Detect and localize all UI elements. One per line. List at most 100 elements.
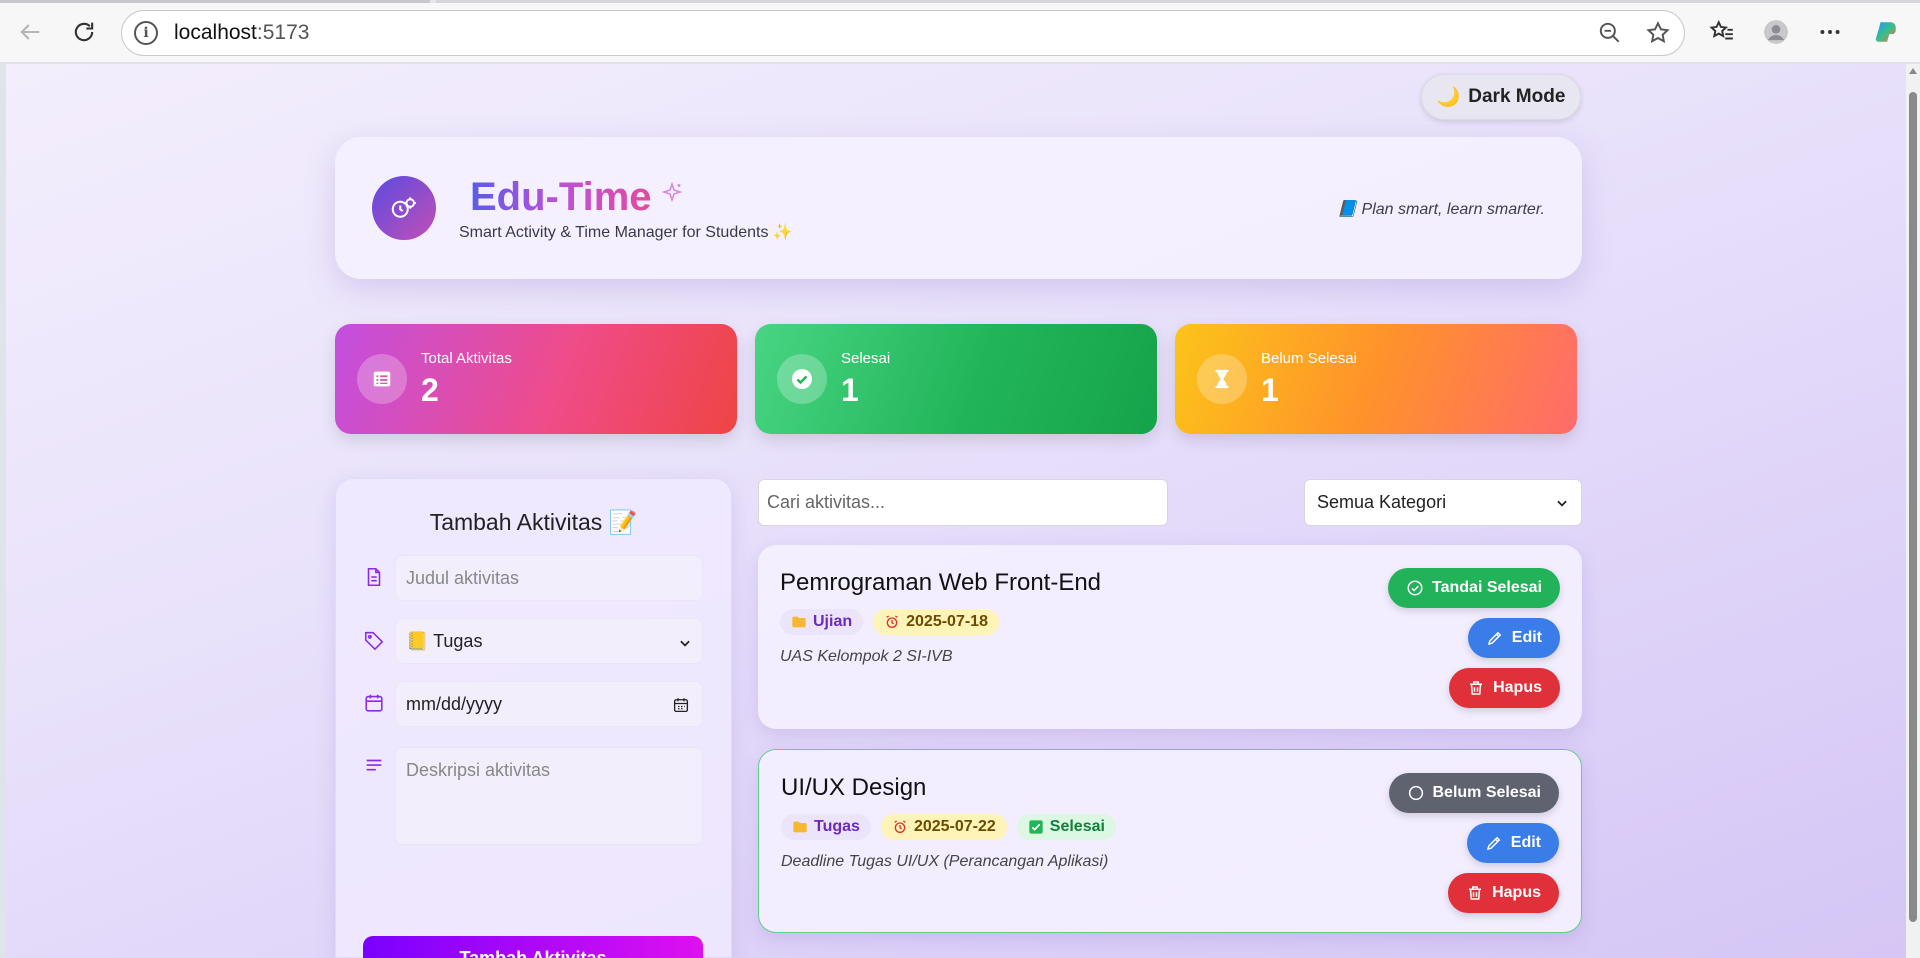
clock-gear-icon <box>391 197 416 218</box>
title-input[interactable]: Judul aktivitas <box>395 555 703 601</box>
star-icon <box>1646 21 1670 44</box>
date-placeholder: mm/dd/yyyy <box>406 693 503 714</box>
chevron-down-icon <box>680 640 690 647</box>
checkbox-icon <box>1029 820 1043 834</box>
stat-card-done: Selesai 1 <box>755 324 1157 434</box>
category-badge: Tugas <box>781 814 871 840</box>
moon-icon: 🌙 <box>1436 87 1461 108</box>
reload-icon <box>74 22 94 42</box>
stat-label: Selesai <box>841 350 891 367</box>
edit-button[interactable]: Edit <box>1466 823 1559 863</box>
stat-value: 1 <box>841 372 859 408</box>
zoom-out-icon <box>1599 22 1620 43</box>
reload-button[interactable] <box>66 14 102 50</box>
check-circle-icon <box>1407 580 1423 596</box>
category-badge: Ujian <box>780 609 864 635</box>
list-icon <box>357 354 407 404</box>
stat-label: Belum Selesai <box>1261 350 1357 367</box>
dark-mode-label: Dark Mode <box>1468 86 1566 107</box>
title-field-row: Judul aktivitas <box>363 555 703 601</box>
site-info-icon[interactable]: i <box>134 21 158 45</box>
folder-icon <box>793 821 807 833</box>
profile-button[interactable] <box>1758 14 1794 50</box>
stat-card-total: Total Aktivitas 2 <box>335 324 737 434</box>
activity-badges: Ujian 2025-07-18 <box>780 609 999 635</box>
address-bar[interactable]: i localhost:5173 <box>121 10 1685 56</box>
delete-button[interactable]: Hapus <box>1448 873 1559 913</box>
chevron-down-icon <box>1557 500 1567 507</box>
more-menu-button[interactable] <box>1812 14 1848 50</box>
delete-button[interactable]: Hapus <box>1449 668 1560 708</box>
date-input[interactable]: mm/dd/yyyy <box>395 681 703 727</box>
document-icon <box>367 567 381 587</box>
copilot-icon <box>1875 22 1896 42</box>
page-viewport: 🌙 Dark Mode Edu-Time Smart Activity & Ti… <box>6 64 1906 958</box>
alarm-clock-icon <box>894 820 906 833</box>
activity-card: UI/UX Design Tugas 2025-07-22 Selesai De… <box>758 749 1582 933</box>
done-badge: Selesai <box>1016 814 1116 840</box>
stat-card-pending: Belum Selesai 1 <box>1175 324 1577 434</box>
scroll-up-icon[interactable] <box>1909 68 1917 74</box>
calendar-icon <box>365 694 383 712</box>
stat-label: Total Aktivitas <box>421 350 512 367</box>
scrollbar-thumb[interactable] <box>1909 92 1917 922</box>
date-badge: 2025-07-22 <box>880 814 1007 840</box>
copilot-button[interactable] <box>1868 14 1904 50</box>
ellipsis-icon <box>1820 30 1840 34</box>
activity-title: Pemrograman Web Front-End <box>780 569 1102 596</box>
page-scrollbar[interactable] <box>1906 64 1920 958</box>
category-filter-value: Semua Kategori <box>1317 492 1447 512</box>
trash-icon <box>1469 886 1482 900</box>
activity-description: Deadline Tugas UI/UX (Perancangan Aplika… <box>781 853 1109 870</box>
date-field-row: mm/dd/yyyy <box>363 681 703 727</box>
url-text: localhost:5173 <box>174 21 310 44</box>
browser-toolbar: i localhost:5173 <box>0 0 1920 63</box>
description-textarea[interactable]: Deskripsi aktivitas <box>395 747 703 845</box>
tag-icon <box>364 631 384 651</box>
pencil-icon <box>1486 836 1501 851</box>
alarm-clock-icon <box>886 615 898 628</box>
avatar-icon <box>1764 20 1788 44</box>
search-input[interactable]: Cari aktivitas... <box>758 479 1168 526</box>
favorites-button[interactable] <box>1704 14 1740 50</box>
favorite-button[interactable] <box>1640 15 1676 51</box>
date-badge: 2025-07-18 <box>873 609 999 635</box>
category-select-value: 📒 Tugas <box>406 630 483 651</box>
zoom-button[interactable] <box>1592 15 1628 51</box>
check-circle-icon <box>777 354 827 404</box>
dark-mode-toggle[interactable]: 🌙 Dark Mode <box>1421 74 1581 120</box>
logo <box>372 176 436 240</box>
sparkle-icon <box>661 181 683 203</box>
activity-badges: Tugas 2025-07-22 Selesai <box>781 814 1116 840</box>
stat-value: 1 <box>1261 372 1279 408</box>
circle-icon <box>1408 785 1423 801</box>
trash-icon <box>1470 681 1483 695</box>
activity-title: UI/UX Design <box>781 774 927 801</box>
category-filter-select[interactable]: Semua Kategori <box>1304 479 1582 526</box>
activity-card: Pemrograman Web Front-End Ujian 2025-07-… <box>758 545 1582 729</box>
arrow-left-icon <box>20 24 40 40</box>
folder-icon <box>792 616 806 628</box>
back-button[interactable] <box>12 14 48 50</box>
category-select[interactable]: 📒 Tugas <box>395 618 703 664</box>
app-tagline: Smart Activity & Time Manager for Studen… <box>459 224 793 241</box>
pencil-icon <box>1487 631 1502 646</box>
add-activity-button[interactable]: Tambah Aktivitas <box>363 936 703 958</box>
mark-undone-button[interactable]: Belum Selesai <box>1388 773 1559 813</box>
app-motto: 📘 Plan smart, learn smarter. <box>1337 201 1545 218</box>
app-brand: Edu-Time <box>470 175 652 219</box>
tab-strip <box>0 0 1920 3</box>
calendar-picker-icon[interactable] <box>672 696 690 714</box>
category-field-row: 📒 Tugas <box>363 618 703 664</box>
edit-button[interactable]: Edit <box>1467 618 1560 658</box>
mark-done-button[interactable]: Tandai Selesai <box>1388 568 1560 608</box>
activity-description: UAS Kelompok 2 SI-IVB <box>780 648 953 665</box>
app-header: Edu-Time Smart Activity & Time Manager f… <box>335 137 1582 279</box>
hourglass-icon <box>1197 354 1247 404</box>
form-title: Tambah Aktivitas 📝 <box>429 509 638 535</box>
lines-icon <box>366 759 382 771</box>
description-field-row: Deskripsi aktivitas <box>363 747 703 845</box>
favorites-list-icon <box>1709 19 1733 40</box>
stat-value: 2 <box>421 372 439 408</box>
add-activity-form: Tambah Aktivitas 📝 Judul aktivitas 📒 Tug… <box>335 478 732 958</box>
